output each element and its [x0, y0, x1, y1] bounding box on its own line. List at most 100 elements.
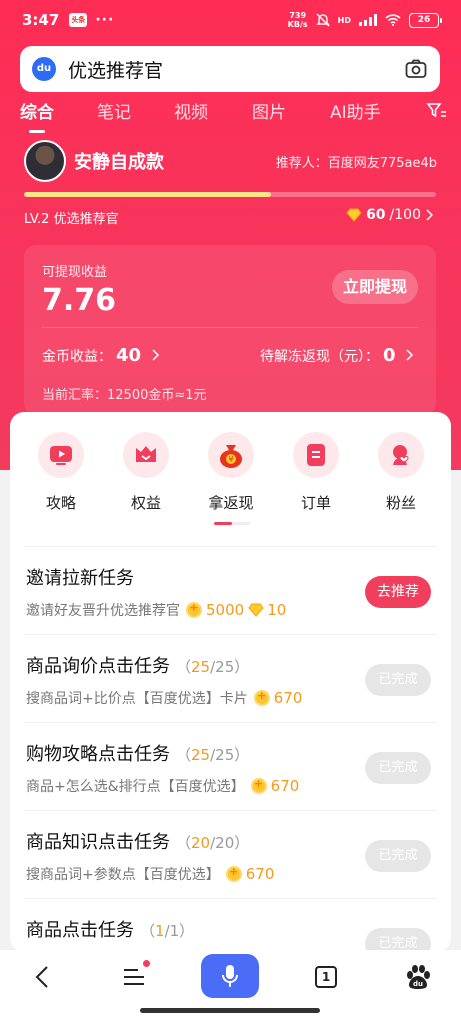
diamond-icon — [346, 208, 362, 222]
home-indicator — [140, 1008, 320, 1013]
coin-reward: 5000 — [206, 601, 245, 619]
task-title: 邀请拉新任务 — [26, 568, 134, 589]
task-invite: 邀请拉新任务 邀请好友晋升优选推荐官 5000 10 去推荐 — [10, 548, 451, 636]
baidu-logo-icon: du — [32, 57, 56, 81]
menu-button[interactable] — [114, 960, 154, 992]
voice-search-button[interactable] — [201, 954, 259, 998]
svg-text:¥: ¥ — [228, 455, 233, 464]
notification-dot — [143, 960, 150, 967]
coin-reward: 670 — [273, 689, 303, 707]
withdrawable-label: 可提现收益 — [42, 265, 108, 280]
task-panel: 攻略 权益 ¥ 拿返现 订单 粉丝 邀请拉新任务 邀请好友晋升优选推荐官 + 5… — [10, 412, 451, 952]
task-description: 搜商品词+比价点【百度优选】卡片 670 — [26, 688, 302, 708]
recommend-button[interactable]: 去推荐 — [365, 576, 431, 608]
level-label: LV.2 优选推荐官 — [24, 212, 119, 227]
tab-notes[interactable]: 笔记 — [97, 98, 131, 123]
coin-icon — [253, 689, 270, 706]
task-description: 商品+怎么选&排行点【百度优选】 670 — [26, 776, 299, 796]
search-bar[interactable]: du 优选推荐官 — [20, 46, 440, 92]
category-label: 拿返现 — [208, 494, 254, 512]
withdraw-button[interactable]: 立即提现 — [332, 270, 418, 304]
signal-icon — [359, 14, 377, 26]
more-notifications-icon: ··· — [95, 12, 115, 28]
tab-images[interactable]: 图片 — [252, 98, 286, 123]
earnings-card: 可提现收益 7.76 立即提现 金币收益： 40 待解冻返现（元）： 0 当前汇率：… — [24, 245, 436, 415]
profile-name: 安静自成款 — [74, 152, 164, 173]
tab-ai-assistant[interactable]: AI助手 — [330, 98, 381, 123]
play-icon — [38, 432, 84, 478]
coin-icon — [186, 601, 202, 618]
network-type: HD — [337, 15, 351, 25]
net-speed: 739 KB/s — [287, 11, 308, 29]
chevron-left-icon — [35, 966, 48, 988]
tabs-button[interactable]: 1 — [306, 962, 346, 992]
back-button[interactable] — [22, 962, 62, 992]
mute-icon — [315, 13, 330, 27]
withdrawable-amount: 7.76 — [42, 283, 117, 318]
task-title: 商品询价点击任务 （25/25） — [26, 656, 250, 677]
task-progress: （25/25） — [176, 658, 250, 676]
coin-reward: 670 — [245, 865, 275, 883]
task-price-inquiry: 商品询价点击任务（25/25） 搜商品词+比价点【百度优选】卡片 670 已完成 — [10, 636, 451, 724]
category-guides[interactable]: 攻略 — [26, 432, 96, 513]
coin-icon — [250, 777, 267, 794]
recommender-info: 推荐人：百度网友775ae4b — [275, 156, 437, 171]
exchange-rate: 当前汇率：12500金币≈1元 — [42, 388, 207, 403]
camera-icon[interactable] — [404, 57, 428, 81]
category-label: 权益 — [130, 494, 161, 512]
coin-reward: 670 — [270, 777, 300, 795]
chevron-right-icon — [426, 209, 433, 221]
category-cashback[interactable]: ¥ 拿返现 — [196, 432, 266, 513]
task-description: 搜商品词+参数点【百度优选】 670 — [26, 864, 274, 884]
coin-earnings[interactable]: 金币收益： 40 — [42, 345, 160, 366]
completed-button[interactable]: 已完成 — [365, 928, 431, 952]
order-icon — [293, 432, 339, 478]
divider — [24, 722, 437, 723]
task-title: 商品知识点击任务 （20/20） — [26, 832, 250, 853]
task-description: 邀请好友晋升优选推荐官 5000 10 — [26, 600, 286, 620]
divider — [24, 546, 437, 547]
svg-text:du: du — [413, 980, 423, 988]
filter-icon[interactable] — [425, 100, 447, 122]
category-benefits[interactable]: 权益 — [111, 432, 181, 513]
completed-button[interactable]: 已完成 — [365, 752, 431, 784]
level-progress-fill — [24, 192, 272, 197]
level-points[interactable]: 60/100 — [346, 207, 433, 223]
task-progress: （20/20） — [176, 834, 250, 852]
task-shopping-guide: 购物攻略点击任务（25/25） 商品+怎么选&排行点【百度优选】 670 已完成 — [10, 724, 451, 812]
result-tabs: 综合 笔记 视频 图片 AI助手 — [0, 96, 461, 133]
divider — [24, 634, 437, 635]
task-title: 购物攻略点击任务 （25/25） — [26, 744, 250, 765]
category-label: 攻略 — [45, 494, 76, 512]
category-row: 攻略 权益 ¥ 拿返现 订单 粉丝 — [10, 432, 451, 542]
divider — [42, 327, 418, 328]
status-bar: 3:47 头条 ··· 739 KB/s HD 26 — [0, 0, 461, 40]
baidu-home-button[interactable]: du — [398, 962, 438, 992]
pending-cashback[interactable]: 待解冻返现（元）： 0 — [260, 345, 414, 366]
level-progress-bar — [24, 192, 436, 197]
menu-icon — [124, 969, 144, 985]
tab-videos[interactable]: 视频 — [174, 98, 208, 123]
completed-button[interactable]: 已完成 — [365, 664, 431, 696]
tab-count: 1 — [315, 966, 337, 988]
gift-icon — [123, 432, 169, 478]
chevron-right-icon — [151, 349, 159, 361]
diamond-icon — [248, 603, 264, 617]
category-orders[interactable]: 订单 — [281, 432, 351, 513]
fans-icon — [378, 432, 424, 478]
chevron-right-icon — [406, 349, 414, 361]
task-product-knowledge: 商品知识点击任务（20/20） 搜商品词+参数点【百度优选】 670 已完成 — [10, 812, 451, 900]
gem-reward: 10 — [267, 601, 287, 619]
completed-button[interactable]: 已完成 — [365, 840, 431, 872]
divider — [24, 810, 437, 811]
battery-icon: 26 — [409, 12, 442, 28]
task-title: 商品点击任务 （1/1） — [26, 920, 195, 941]
task-progress: （25/25） — [176, 746, 250, 764]
category-fans[interactable]: 粉丝 — [366, 432, 436, 513]
category-label: 粉丝 — [385, 494, 416, 512]
task-product-click: 商品点击任务 （1/1） 已完成 — [10, 900, 451, 952]
tab-comprehensive[interactable]: 综合 — [20, 98, 54, 133]
avatar[interactable] — [24, 140, 66, 182]
app-badge-icon: 头条 — [69, 13, 88, 27]
search-input[interactable]: 优选推荐官 — [68, 56, 404, 83]
